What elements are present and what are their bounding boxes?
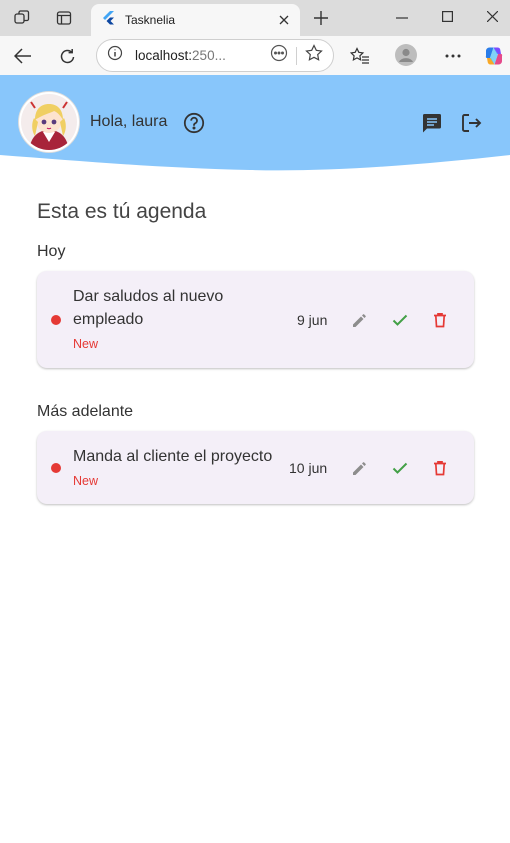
status-dot bbox=[51, 315, 61, 325]
status-dot bbox=[51, 463, 61, 473]
complete-check-icon[interactable] bbox=[389, 457, 411, 479]
help-icon[interactable] bbox=[182, 111, 206, 135]
delete-icon[interactable] bbox=[429, 309, 451, 331]
address-bar[interactable]: localhost:250... bbox=[96, 39, 334, 72]
edit-icon[interactable] bbox=[349, 457, 371, 479]
task-date: 10 jun bbox=[289, 460, 328, 476]
more-options-icon[interactable] bbox=[270, 44, 288, 67]
favorites-icon[interactable] bbox=[349, 45, 371, 67]
task-title: Dar saludos al nuevo empleado bbox=[73, 285, 223, 331]
section-title-hoy: Hoy bbox=[37, 243, 66, 260]
user-avatar[interactable] bbox=[19, 92, 79, 152]
minimize-icon[interactable] bbox=[392, 8, 412, 28]
flutter-icon bbox=[103, 10, 115, 30]
task-card[interactable]: Manda al cliente el proyecto New 10 jun bbox=[37, 431, 474, 504]
task-title-line-2: empleado bbox=[73, 311, 144, 328]
active-tab[interactable]: Tasknelia bbox=[91, 4, 300, 36]
greeting-text: Hola, laura bbox=[90, 113, 168, 130]
app-header: Hola, laura bbox=[0, 75, 510, 175]
status-badge: New bbox=[73, 474, 99, 488]
url-host: localhost: bbox=[135, 48, 193, 63]
browser-tab-bar: Tasknelia bbox=[0, 0, 510, 36]
task-date: 9 jun bbox=[297, 312, 328, 328]
settings-more-icon[interactable] bbox=[442, 45, 464, 67]
back-icon[interactable] bbox=[12, 45, 34, 67]
close-tab-icon[interactable] bbox=[276, 12, 292, 28]
favorite-star-icon[interactable] bbox=[305, 44, 323, 67]
browser-toolbar: localhost:250... bbox=[0, 36, 510, 76]
url-rest: 250... bbox=[192, 48, 226, 63]
edit-icon[interactable] bbox=[349, 309, 371, 331]
logout-icon[interactable] bbox=[459, 111, 483, 135]
new-tab-icon[interactable] bbox=[311, 8, 331, 28]
status-badge: New bbox=[73, 337, 99, 351]
reload-icon[interactable] bbox=[56, 45, 78, 67]
messages-icon[interactable] bbox=[420, 111, 444, 135]
close-window-icon[interactable] bbox=[482, 6, 502, 26]
omnibox-divider bbox=[296, 46, 297, 65]
tab-actions-icon[interactable] bbox=[53, 8, 75, 28]
task-title: Manda al cliente el proyecto bbox=[73, 448, 273, 465]
complete-check-icon[interactable] bbox=[389, 309, 411, 331]
workspaces-icon[interactable] bbox=[11, 8, 33, 28]
profile-avatar-icon[interactable] bbox=[394, 43, 418, 67]
task-title-line-1: Dar saludos al nuevo bbox=[73, 288, 224, 305]
site-info-icon[interactable] bbox=[107, 45, 123, 66]
maximize-icon[interactable] bbox=[437, 6, 457, 26]
section-title-mas-adelante: Más adelante bbox=[37, 403, 134, 420]
tab-title: Tasknelia bbox=[125, 13, 176, 27]
page-title: Esta es tú agenda bbox=[37, 200, 207, 223]
copilot-icon[interactable] bbox=[482, 44, 506, 68]
url-text: localhost:250... bbox=[135, 48, 270, 63]
delete-icon[interactable] bbox=[429, 457, 451, 479]
task-card[interactable]: Dar saludos al nuevo empleado New 9 jun bbox=[37, 271, 474, 368]
